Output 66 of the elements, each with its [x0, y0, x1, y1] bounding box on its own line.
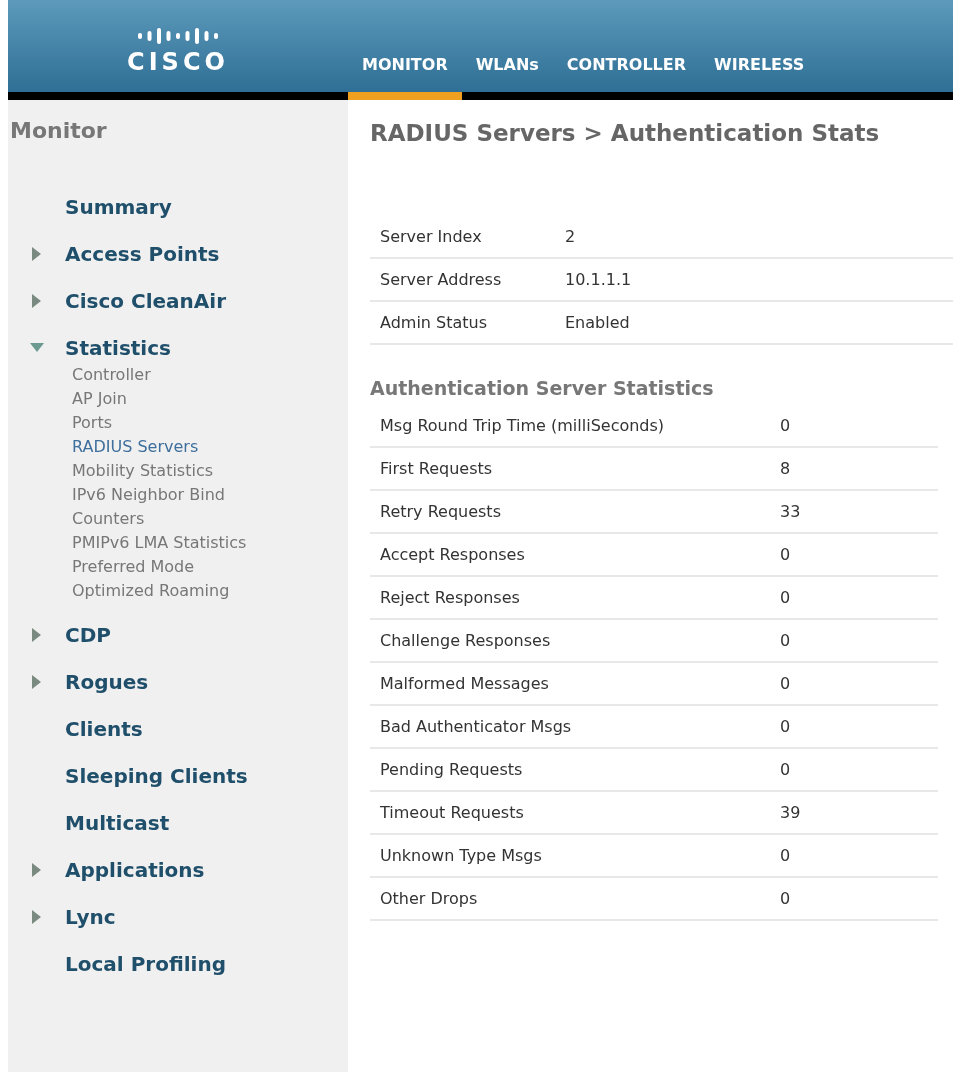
nav-tab[interactable]: MONITOR — [348, 55, 462, 100]
sidebar-item[interactable]: Statistics — [65, 335, 171, 360]
stat-value: 8 — [780, 459, 792, 478]
sidebar-item[interactable]: Clients — [65, 716, 143, 741]
stat-value: 0 — [780, 889, 792, 908]
sidebar-item[interactable]: Sleeping Clients — [65, 763, 248, 788]
stat-label: Timeout Requests — [380, 803, 525, 822]
sidebar-subitem[interactable]: Ports — [72, 411, 292, 435]
stat-value: 33 — [780, 502, 802, 521]
stat-value: 0 — [780, 416, 792, 435]
sidebar-subitem[interactable]: Preferred Mode — [72, 555, 292, 579]
sidebar-item[interactable]: Multicast — [65, 810, 170, 835]
collapse-arrow-icon[interactable] — [29, 342, 44, 353]
nav-tab[interactable]: WLANs — [461, 55, 553, 100]
sidebar-item[interactable]: Local Profiling — [65, 951, 226, 976]
stat-label: Unknown Type Msgs — [380, 846, 543, 865]
stat-value: 0 — [780, 588, 792, 607]
logo-text: CISCO — [127, 48, 229, 76]
nav-tab[interactable]: CONTROLLER — [552, 55, 701, 100]
stat-value: 0 — [780, 674, 792, 693]
expand-arrow-icon[interactable] — [32, 293, 41, 308]
stat-label: Retry Requests — [380, 502, 502, 521]
stat-label: Bad Authenticator Msgs — [380, 717, 573, 736]
expand-arrow-icon[interactable] — [32, 674, 41, 689]
field-label: Server Index — [380, 227, 483, 246]
expand-arrow-icon[interactable] — [32, 862, 41, 877]
sidebar-item[interactable]: Cisco CleanAir — [65, 288, 227, 313]
sidebar-subitem[interactable]: Mobility Statistics — [72, 459, 292, 483]
field-value: Enabled — [565, 313, 631, 332]
stat-value: 0 — [780, 545, 792, 564]
stat-label: Other Drops — [380, 889, 479, 908]
stat-value: 0 — [780, 846, 792, 865]
sidebar-item[interactable]: Applications — [65, 857, 205, 882]
stat-label: Challenge Responses — [380, 631, 552, 650]
nav-tab[interactable]: WIRELESS — [700, 55, 819, 100]
stat-label: Accept Responses — [380, 545, 526, 564]
sidebar-item[interactable]: Access Points — [65, 241, 220, 266]
expand-arrow-icon[interactable] — [32, 246, 41, 261]
sidebar-item[interactable]: Lync — [65, 904, 116, 929]
stat-label: Pending Requests — [380, 760, 524, 779]
sidebar-subitem[interactable]: AP Join — [72, 387, 292, 411]
sidebar-item[interactable]: Summary — [65, 194, 172, 219]
stat-value: 0 — [780, 760, 792, 779]
field-label: Server Address — [380, 270, 503, 289]
sidebar-subitem[interactable]: PMIPv6 LMA Statistics — [72, 531, 292, 555]
sidebar-subitem[interactable]: RADIUS Servers — [72, 435, 292, 459]
stat-value: 39 — [780, 803, 802, 822]
sidebar-item[interactable]: Rogues — [65, 669, 149, 694]
sidebar-item[interactable]: CDP — [65, 622, 111, 647]
stat-value: 0 — [780, 717, 792, 736]
sidebar-subitem[interactable]: Optimized Roaming — [72, 579, 292, 603]
section-title: Authentication Server Statistics — [370, 377, 715, 399]
stat-label: First Requests — [380, 459, 494, 478]
field-label: Admin Status — [380, 313, 489, 332]
expand-arrow-icon[interactable] — [32, 909, 41, 924]
sidebar-title: Monitor — [10, 118, 108, 143]
expand-arrow-icon[interactable] — [32, 627, 41, 642]
stat-label: Msg Round Trip Time (milliSeconds) — [380, 416, 666, 435]
field-value: 2 — [565, 227, 577, 246]
sidebar-subitem[interactable]: Controller — [72, 363, 292, 387]
sidebar-subitem[interactable]: IPv6 Neighbor Bind Counters — [72, 483, 292, 531]
stat-value: 0 — [780, 631, 792, 650]
stat-label: Malformed Messages — [380, 674, 550, 693]
page-title: RADIUS Servers > Authentication Stats — [370, 120, 881, 146]
stat-label: Reject Responses — [380, 588, 521, 607]
field-value: 10.1.1.1 — [565, 270, 633, 289]
